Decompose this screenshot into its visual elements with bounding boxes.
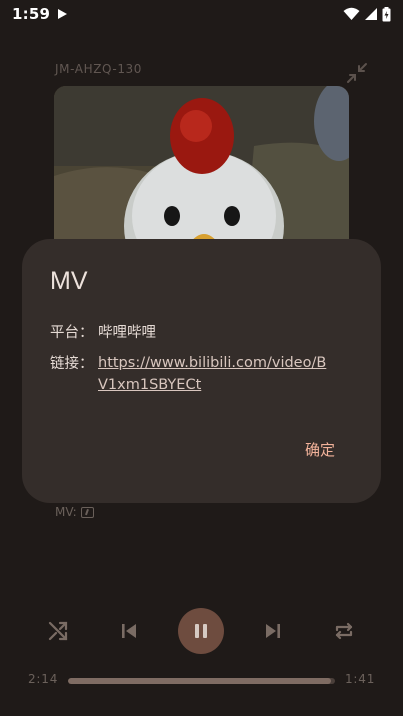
confirm-button[interactable]: 确定 [290, 432, 350, 466]
dialog-title: MV [50, 267, 88, 295]
link-row: 链接： https://www.bilibili.com/video/BV1xm… [50, 352, 328, 396]
mv-link[interactable]: https://www.bilibili.com/video/BV1xm1SBY… [98, 352, 328, 396]
platform-label: 平台： [50, 325, 94, 341]
platform-row: 平台： 哔哩哔哩 [50, 321, 156, 342]
platform-value: 哔哩哔哩 [98, 325, 156, 341]
link-label: 链接： [50, 356, 94, 372]
mv-dialog: MV 平台： 哔哩哔哩 链接： https://www.bilibili.com… [22, 239, 381, 503]
